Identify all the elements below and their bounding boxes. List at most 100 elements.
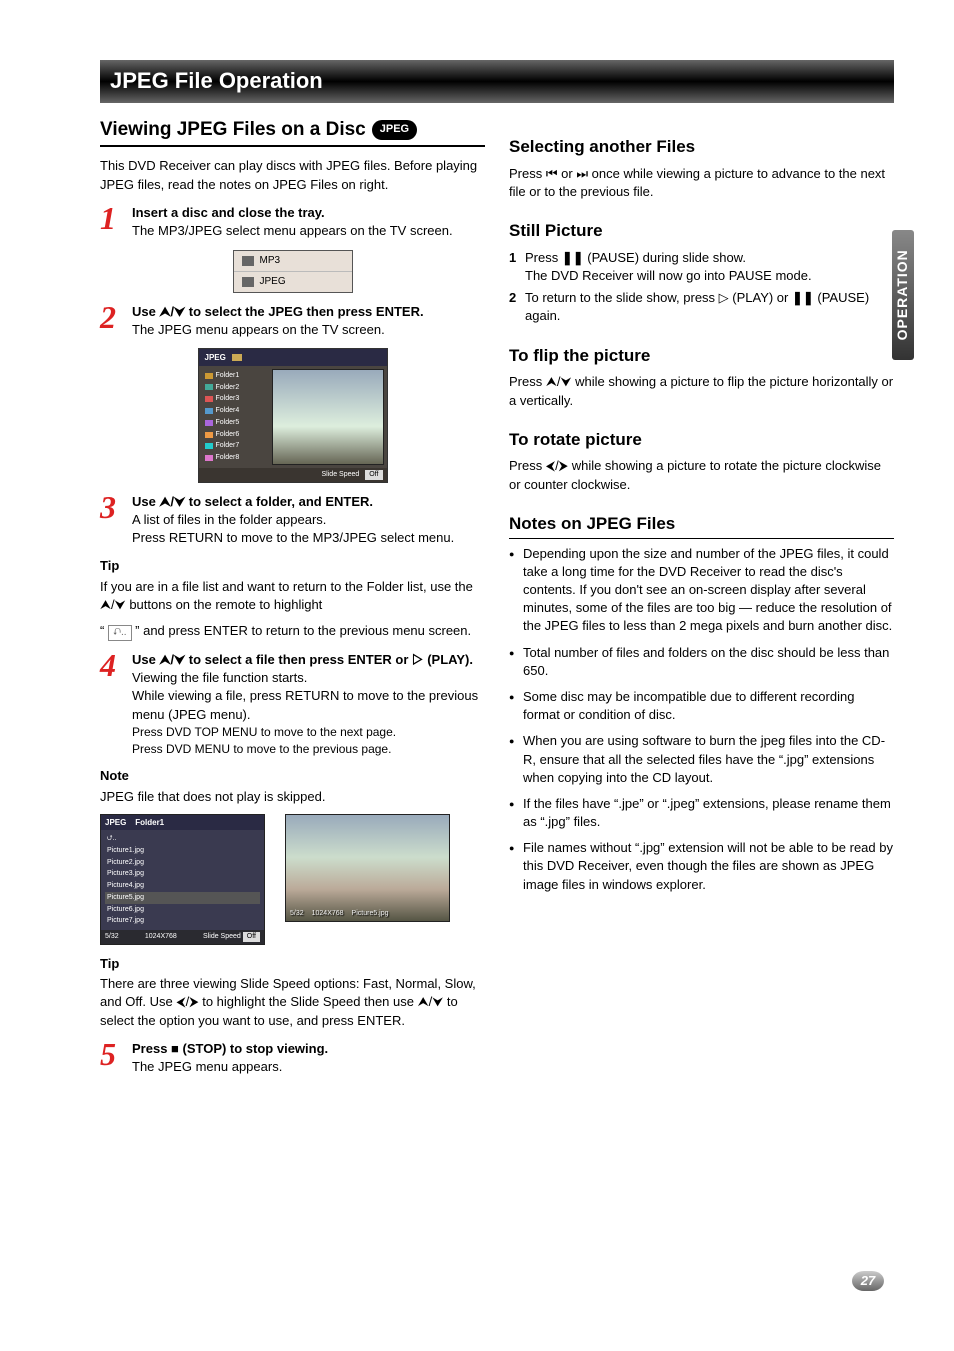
list-item-selected: Picture5.jpg [105,892,260,904]
thumb-footer-res: 1024X768 [145,932,177,942]
preview-filename: Picture5.jpg [352,909,389,919]
note1-body: JPEG file that does not play is skipped. [100,788,485,806]
music-note-icon [242,256,254,266]
jpeg-menu-title: JPEG [205,352,226,363]
step5-title: Press ■ (STOP) to stop viewing. [132,1040,485,1058]
step4-body1: Viewing the file function starts. [132,669,485,687]
notes-list: Depending upon the size and number of th… [509,545,894,894]
list-item: Picture6.jpg [105,904,260,916]
list-item: Picture1.jpg [105,845,260,857]
tip1-body2: “ ⮏.. ” and press ENTER to return to the… [100,622,485,641]
note-heading: Note [100,767,485,785]
step4-body3: Press DVD TOP MENU to move to the next p… [132,724,485,741]
note-item: Depending upon the size and number of th… [509,545,894,636]
folder-up-icon: ⮏.. [108,625,132,641]
step2-body: The JPEG menu appears on the TV screen. [132,321,485,339]
folder-icon [232,354,242,361]
section-heading-text: Viewing JPEG Files on a Disc [100,117,366,144]
step4-title: Use ⮝/⮟ to select a file then press ENTE… [132,651,485,669]
step3-body1: A list of files in the folder appears. [132,511,485,529]
intro-text: This DVD Receiver can play discs with JP… [100,157,485,193]
note-item: Total number of files and folders on the… [509,644,894,680]
note-item: File names without “.jpg” extension will… [509,839,894,894]
step4-body2: While viewing a file, press RETURN to mo… [132,687,485,723]
step1-body: The MP3/JPEG select menu appears on the … [132,222,485,240]
flip-heading: To flip the picture [509,344,894,368]
page-columns: Viewing JPEG Files on a Disc JPEG This D… [100,117,894,1082]
left-column: Viewing JPEG Files on a Disc JPEG This D… [100,117,485,1082]
pause-icon: ❚❚ [792,290,814,305]
note-item: If the files have “.jpe” or “.jpeg” exte… [509,795,894,831]
step2-title: Use ⮝/⮟ to select the JPEG then press EN… [132,303,485,321]
folder-list: Folder1 Folder2 Folder3 Folder4 Folder5 … [199,366,269,468]
preview-res: 1024X768 [312,909,344,919]
folder-label: Folder4 [216,406,240,416]
rotate-heading: To rotate picture [509,428,894,452]
step3-body2: Press RETURN to move to the MP3/JPEG sel… [132,529,485,547]
section-heading: Viewing JPEG Files on a Disc JPEG [100,117,485,148]
menu-mp3-label: MP3 [260,254,281,268]
folder-label: Folder2 [216,383,240,393]
picture-icon [242,277,254,287]
step-3: 3 Use ⮝/⮟ to select a folder, and ENTER.… [100,493,485,548]
note-item: When you are using software to burn the … [509,732,894,787]
folder-label: Folder1 [216,371,240,381]
slide-speed-value: Off [243,932,260,942]
folder-label: Folder5 [216,418,240,428]
thumb-list: ⮍.. Picture1.jpg Picture2.jpg Picture3.j… [101,830,264,930]
menu-row-mp3: MP3 [234,251,352,272]
step-num-icon: 2 [100,303,124,339]
still-li2: 2 To return to the slide show, press ▷ (… [509,289,894,325]
preview-area [272,369,384,465]
right-column: Selecting another Files Press ⏮ or ⏭ onc… [509,117,894,1082]
selecting-heading: Selecting another Files [509,135,894,159]
selecting-body: Press ⏮ or ⏭ once while viewing a pictur… [509,165,894,201]
tip1-body1: If you are in a file list and want to re… [100,578,485,614]
folder-label: Folder8 [216,453,240,463]
step-num-icon: 4 [100,651,124,757]
still-li1: 1 Press ❚❚ (PAUSE) during slide show. Th… [509,249,894,285]
folder-icon [205,384,213,390]
step-4: 4 Use ⮝/⮟ to select a file then press EN… [100,651,485,757]
page-number: 27 [852,1271,884,1291]
step5-body: The JPEG menu appears. [132,1058,485,1076]
step-2: 2 Use ⮝/⮟ to select the JPEG then press … [100,303,485,339]
step-5: 5 Press ■ (STOP) to stop viewing. The JP… [100,1040,485,1076]
folder-icon [205,432,213,438]
folder-label: Folder7 [216,441,240,451]
list-item: Picture7.jpg [105,915,260,927]
note-item: Some disc may be incompatible due to dif… [509,688,894,724]
slide-speed-value: Off [365,470,382,480]
step-num-icon: 3 [100,493,124,548]
list-item: Picture2.jpg [105,857,260,869]
jpeg-menu-header: JPEG [199,349,387,366]
thumb-header: JPEG Folder1 [101,815,264,830]
tip2-body: There are three viewing Slide Speed opti… [100,975,485,1030]
menu-jpeg-label: JPEG [260,275,286,289]
folder-icon [205,443,213,449]
folder-icon [205,373,213,379]
preview-count: 5/32 [290,909,304,919]
folder-icon [205,420,213,426]
folder-icon [205,455,213,461]
rotate-body: Press ⮜/⮞ while showing a picture to rot… [509,457,894,493]
main-heading: JPEG File Operation [100,60,894,103]
folder-icon [205,408,213,414]
notes-heading: Notes on JPEG Files [509,512,894,539]
slide-speed-label: Slide Speed [203,933,241,940]
jpeg-file-list-menu: JPEG Folder1 ⮍.. Picture1.jpg Picture2.j… [100,814,265,945]
still-heading: Still Picture [509,219,894,243]
thumb-footer-count: 5/32 [105,932,119,942]
folder-label: Folder3 [216,394,240,404]
side-tab-label: OPERATION [893,249,913,340]
list-item: Picture4.jpg [105,880,260,892]
folder-label: Folder6 [216,430,240,440]
step-num-icon: 5 [100,1040,124,1076]
step-1: 1 Insert a disc and close the tray. The … [100,204,485,240]
jpeg-folder-menu: JPEG Folder1 Folder2 Folder3 Folder4 Fol… [198,348,388,483]
mp3-jpeg-select-menu: MP3 JPEG [233,250,353,293]
step-num-icon: 1 [100,204,124,240]
step1-title: Insert a disc and close the tray. [132,204,485,222]
folder-icon [205,396,213,402]
picture-menu-row: JPEG Folder1 ⮍.. Picture1.jpg Picture2.j… [100,814,485,945]
